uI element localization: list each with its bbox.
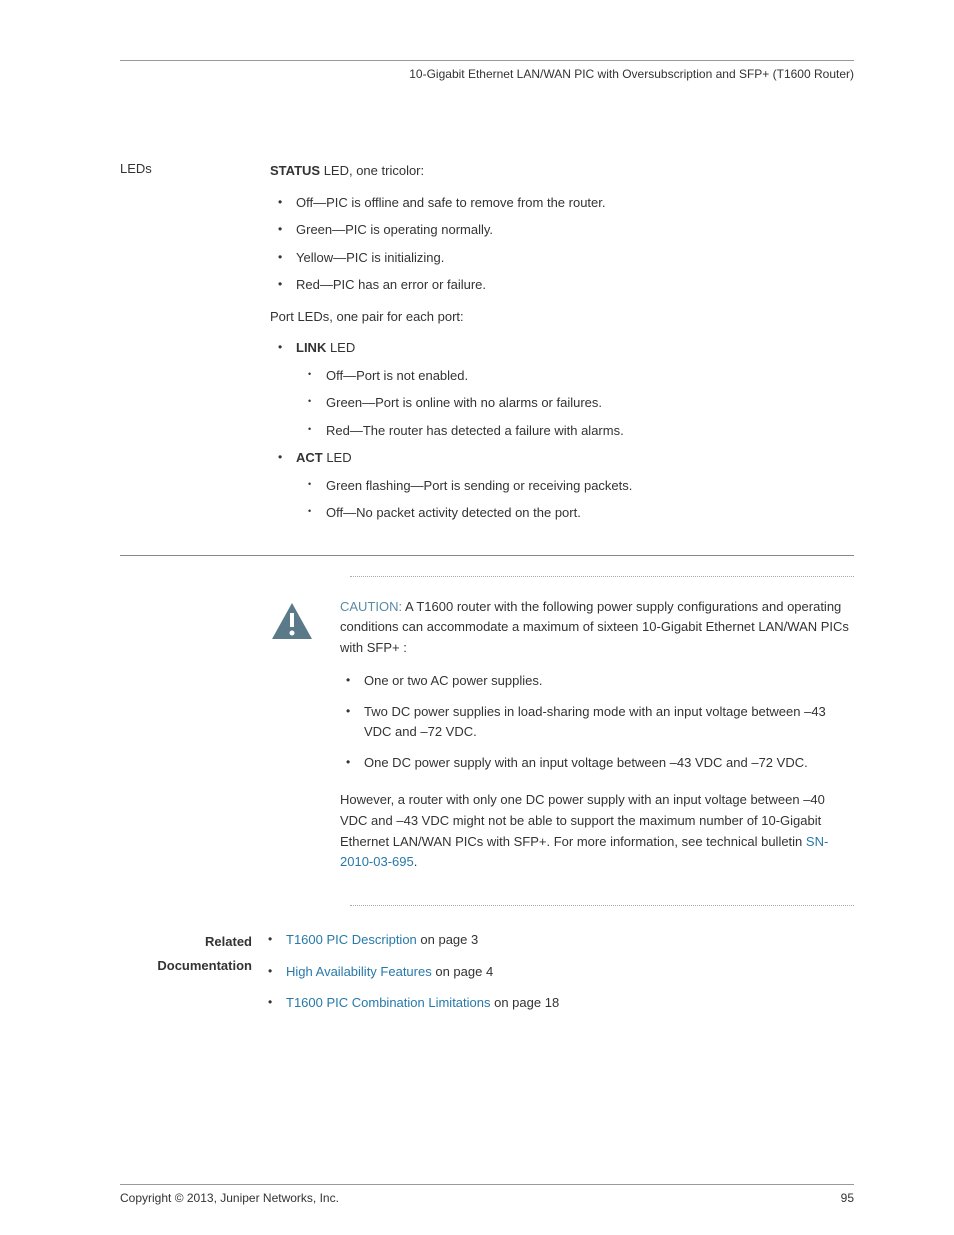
- related-ha: High Availability Features on page 4: [276, 962, 854, 982]
- status-led-list: Off—PIC is offline and safe to remove fr…: [270, 193, 854, 295]
- related-limits-link[interactable]: T1600 PIC Combination Limitations: [286, 995, 491, 1010]
- link-off: Off—Port is not enabled.: [316, 366, 854, 386]
- link-led-item: LINK LED Off—Port is not enabled. Green—…: [286, 338, 854, 440]
- leds-label: LEDs: [120, 161, 270, 535]
- link-red: Red—The router has detected a failure wi…: [316, 421, 854, 441]
- status-led-intro: STATUS LED, one tricolor:: [270, 161, 854, 181]
- status-yellow: Yellow—PIC is initializing.: [286, 248, 854, 268]
- status-red: Red—PIC has an error or failure.: [286, 275, 854, 295]
- caution-footer: However, a router with only one DC power…: [340, 790, 854, 873]
- status-off: Off—PIC is offline and safe to remove fr…: [286, 193, 854, 213]
- related-ha-link[interactable]: High Availability Features: [286, 964, 432, 979]
- related-desc: T1600 PIC Description on page 3: [276, 930, 854, 950]
- act-green: Green flashing—Port is sending or receiv…: [316, 476, 854, 496]
- caution-intro: CAUTION: A T1600 router with the followi…: [340, 597, 854, 659]
- page-number: 95: [841, 1191, 854, 1205]
- port-led-list: LINK LED Off—Port is not enabled. Green—…: [270, 338, 854, 523]
- page-header: 10-Gigabit Ethernet LAN/WAN PIC with Ove…: [120, 67, 854, 81]
- related-desc-link[interactable]: T1600 PIC Description: [286, 932, 417, 947]
- caution-dc1: One DC power supply with an input voltag…: [354, 753, 854, 774]
- link-green: Green—Port is online with no alarms or f…: [316, 393, 854, 413]
- related-doc-list: T1600 PIC Description on page 3 High Ava…: [270, 930, 854, 1025]
- port-led-intro: Port LEDs, one pair for each port:: [270, 307, 854, 327]
- caution-list: One or two AC power supplies. Two DC pow…: [340, 671, 854, 774]
- act-off: Off—No packet activity detected on the p…: [316, 503, 854, 523]
- related-limits: T1600 PIC Combination Limitations on pag…: [276, 993, 854, 1013]
- act-led-item: ACT LED Green flashing—Port is sending o…: [286, 448, 854, 523]
- caution-ac: One or two AC power supplies.: [354, 671, 854, 692]
- status-green: Green—PIC is operating normally.: [286, 220, 854, 240]
- copyright-text: Copyright © 2013, Juniper Networks, Inc.: [120, 1191, 339, 1205]
- status-led-bold: STATUS: [270, 163, 320, 178]
- related-doc-label: Related Documentation: [120, 930, 270, 1037]
- caution-dc2: Two DC power supplies in load-sharing mo…: [354, 702, 854, 744]
- caution-icon: [270, 597, 340, 886]
